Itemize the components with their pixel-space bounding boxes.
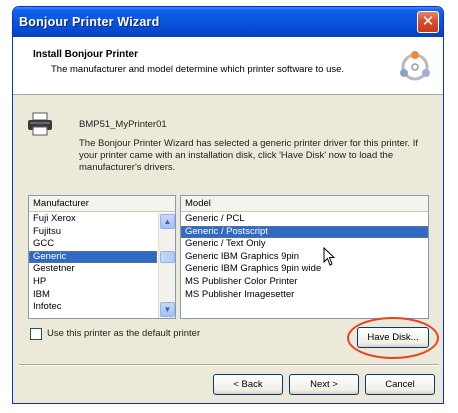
window-title: Bonjour Printer Wizard bbox=[19, 15, 160, 29]
model-list-item[interactable]: Generic / PCL bbox=[181, 213, 428, 226]
model-list-item[interactable]: Generic IBM Graphics 9pin bbox=[181, 251, 428, 264]
manufacturer-list-item[interactable]: GCC bbox=[29, 238, 157, 251]
manufacturer-list[interactable]: Manufacturer Fuji Xerox Fujitsu GCC Generic… bbox=[28, 195, 176, 319]
model-column-header: Model bbox=[181, 196, 428, 212]
close-icon: ✕ bbox=[421, 12, 435, 30]
model-list[interactable]: Model Generic / PCL Generic / Postscript G… bbox=[180, 195, 429, 319]
mouse-cursor-icon bbox=[323, 247, 336, 266]
next-button[interactable]: Next > bbox=[289, 374, 359, 395]
model-list-item[interactable]: MS Publisher Color Printer bbox=[181, 276, 428, 289]
manufacturer-list-item[interactable]: HP bbox=[29, 276, 157, 289]
close-button[interactable]: ✕ bbox=[417, 11, 439, 33]
model-list-item[interactable]: MS Publisher Imagesetter bbox=[181, 289, 428, 302]
chevron-up-icon: ▲ bbox=[163, 217, 172, 226]
footer-divider bbox=[19, 364, 439, 366]
title-bar[interactable]: Bonjour Printer Wizard ✕ bbox=[13, 7, 443, 37]
model-list-item[interactable]: Generic / Postscript bbox=[181, 225, 428, 239]
manufacturer-column-header: Manufacturer bbox=[29, 196, 175, 212]
default-printer-checkbox[interactable] bbox=[30, 328, 42, 340]
scroll-thumb[interactable] bbox=[160, 251, 175, 263]
printer-name: BMP51_MyPrinter01 bbox=[79, 119, 167, 130]
default-printer-label: Use this printer as the default printer bbox=[47, 328, 201, 339]
manufacturer-list-item[interactable]: Infotec bbox=[29, 301, 157, 314]
model-list-item[interactable]: Generic / Text Only bbox=[181, 238, 428, 251]
highlight-ring-annotation bbox=[347, 317, 439, 359]
printer-description: The Bonjour Printer Wizard has selected … bbox=[79, 138, 418, 173]
manufacturer-items[interactable]: Fuji Xerox Fujitsu GCC Generic Gestetner HP IB… bbox=[29, 213, 157, 318]
wizard-header: Install Bonjour Printer The manufacturer… bbox=[13, 37, 443, 95]
scroll-up-button[interactable]: ▲ bbox=[160, 214, 175, 229]
printer-icon bbox=[28, 112, 52, 136]
manufacturer-list-item[interactable]: Fujitsu bbox=[29, 226, 157, 239]
model-list-item[interactable]: Generic IBM Graphics 9pin wide bbox=[181, 263, 428, 276]
bonjour-printer-wizard-window: Bonjour Printer Wizard ✕ Install Bonjour… bbox=[12, 6, 444, 404]
manufacturer-list-item[interactable]: IBM bbox=[29, 289, 157, 302]
page-title: Install Bonjour Printer bbox=[33, 49, 139, 60]
chevron-down-icon: ▼ bbox=[163, 305, 172, 314]
cancel-button[interactable]: Cancel bbox=[365, 374, 435, 395]
manufacturer-scrollbar[interactable]: ▲ ▼ bbox=[158, 213, 175, 318]
model-items[interactable]: Generic / PCL Generic / Postscript Generic… bbox=[181, 213, 428, 318]
manufacturer-list-item[interactable]: Gestetner bbox=[29, 263, 157, 276]
page-subtitle: The manufacturer and model determine whi… bbox=[51, 64, 345, 75]
back-button[interactable]: < Back bbox=[213, 374, 283, 395]
manufacturer-list-item[interactable]: Generic bbox=[29, 250, 157, 264]
bonjour-logo-icon bbox=[400, 51, 430, 81]
manufacturer-list-item[interactable]: Fuji Xerox bbox=[29, 213, 157, 226]
scroll-down-button[interactable]: ▼ bbox=[160, 302, 175, 317]
